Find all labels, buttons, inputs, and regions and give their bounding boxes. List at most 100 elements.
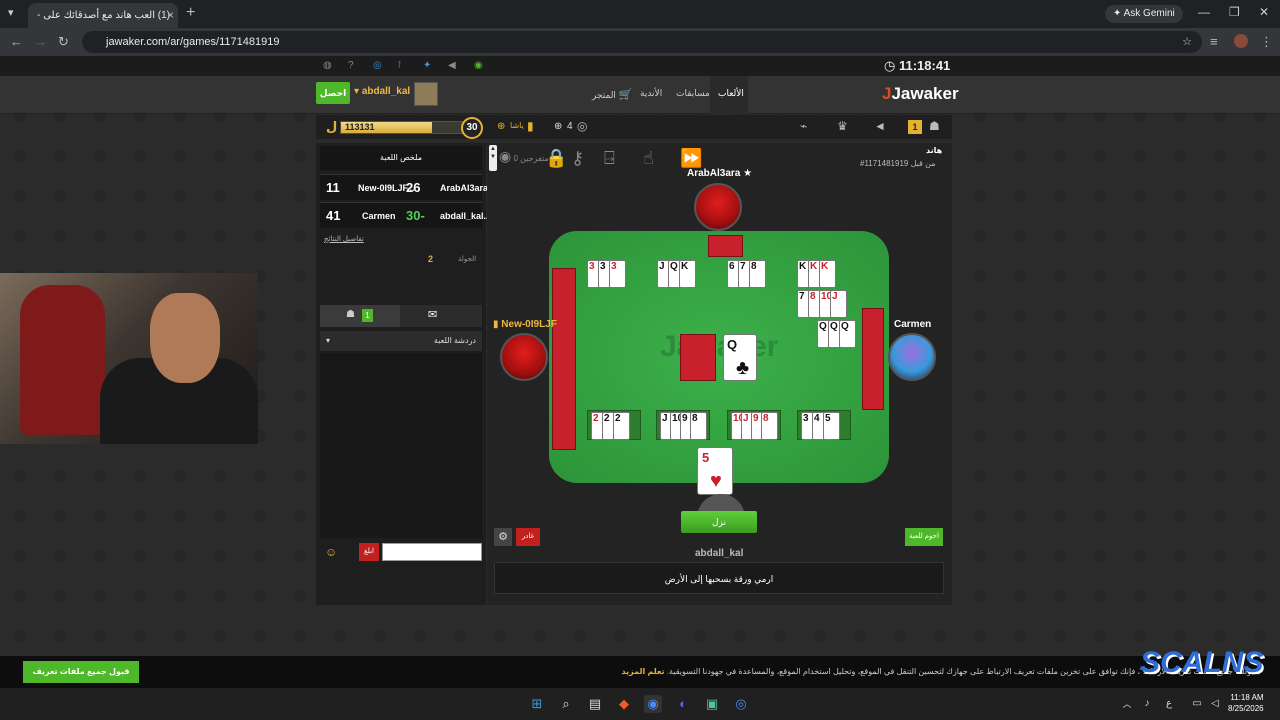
spectators[interactable]: ◉ 0 متفرجين <box>499 148 549 165</box>
bookmark-star-icon[interactable]: ☆ <box>1182 31 1192 53</box>
results-details-link[interactable]: تفاصيل النتائج <box>324 235 364 243</box>
network-icon[interactable]: ▭ <box>1188 695 1206 713</box>
gamepad-icon[interactable]: ◉ <box>474 60 483 71</box>
scroll-arrows[interactable]: ▲ ▼ <box>489 145 497 171</box>
player-avatar-top[interactable] <box>694 183 742 231</box>
close-window-icon[interactable]: ✕ <box>1259 5 1269 19</box>
sound-icon[interactable]: ◀ <box>448 60 456 71</box>
megaphone-icon[interactable]: ◄ <box>874 119 886 133</box>
nav-clubs[interactable]: الأندية <box>640 88 662 99</box>
language-icon[interactable]: ◍ <box>323 60 332 71</box>
username-text: abdall_kal <box>361 86 411 97</box>
minimize-icon[interactable]: — <box>1198 5 1210 19</box>
fast-forward-icon[interactable]: ⏩ <box>680 148 702 169</box>
get-button[interactable]: احصل <box>316 82 350 104</box>
media-icon[interactable]: ≡ <box>1210 34 1218 49</box>
app-icon[interactable]: ◎ <box>732 695 750 713</box>
score-value: 41 <box>326 208 341 223</box>
nav-store[interactable]: المتجر 🛒 <box>592 88 632 101</box>
game-summary-title: ملخص اللعبة <box>320 146 482 170</box>
chrome-icon[interactable]: ◉ <box>644 695 662 713</box>
tab-list-icon[interactable]: ▾ <box>8 6 14 19</box>
instagram-icon[interactable]: ◎ <box>373 60 382 71</box>
friends-icon[interactable]: ☗ <box>929 119 940 133</box>
exit-icon[interactable]: ⍈ <box>604 148 615 169</box>
rss-icon[interactable]: ⌁ <box>800 119 807 133</box>
search-icon[interactable]: ⌕ <box>557 695 575 713</box>
meld-group[interactable]: 3 4 5 <box>797 410 851 440</box>
reload-icon[interactable]: ↻ <box>58 34 69 50</box>
close-tab-icon[interactable]: × <box>167 3 174 28</box>
learn-more-link[interactable]: تعلم المزيد <box>622 667 665 676</box>
emoji-icon[interactable]: ☺ <box>325 545 337 559</box>
player-name-right: Carmen <box>894 319 932 330</box>
username-menu[interactable]: ▾ abdall_kal <box>354 86 410 97</box>
gear-icon[interactable]: ⚙ <box>494 528 512 546</box>
browser-tab-bar: ▾ (1) العب هاند مع أصدقائك على - × + ✦ A… <box>0 0 1280 28</box>
score-row: 11 New-0I9LJF... 26 ArabAl3ara... <box>320 174 496 200</box>
club-suit-icon: ♣ <box>736 357 750 379</box>
nav-games[interactable]: الألعاب <box>718 88 744 99</box>
language-indicator[interactable]: ع <box>1160 695 1178 713</box>
discard-pile-card[interactable]: Q ♣ <box>723 334 757 381</box>
browser-tab[interactable]: (1) العب هاند مع أصدقائك على - × <box>28 3 178 28</box>
chip-icon[interactable]: ◎ <box>577 119 587 133</box>
tab-online-players[interactable]: ☗ 1 <box>320 305 400 327</box>
cookie-text: بقبولك "جميع ملفات تعريف الارتباط"، فإنك… <box>150 667 1260 676</box>
chevron-up-icon[interactable]: ︿ <box>1118 695 1136 713</box>
profile-avatar[interactable] <box>1234 34 1248 48</box>
twitter-icon[interactable]: ✦ <box>423 60 431 71</box>
start-icon[interactable]: ⊞ <box>528 695 546 713</box>
draw-pile[interactable] <box>680 334 716 381</box>
report-button[interactable]: ابلغ <box>359 543 379 561</box>
leave-button[interactable]: غادر <box>516 528 540 546</box>
nav-competitions[interactable]: مسابقات <box>676 88 710 99</box>
discord-icon[interactable]: ◐ <box>674 695 692 713</box>
facebook-icon[interactable]: f <box>398 60 401 71</box>
player-avatar-left[interactable] <box>500 333 548 381</box>
volume-icon[interactable]: ◁ <box>1206 695 1224 713</box>
help-icon[interactable]: ? <box>348 60 354 71</box>
url-text: jawaker.com/ar/games/1171481919 <box>106 36 280 48</box>
new-tab-button[interactable]: + <box>186 4 195 22</box>
app-icon[interactable]: ▣ <box>703 695 721 713</box>
taskbar-date: 8/25/2026 <box>1228 704 1264 713</box>
microphone-icon[interactable]: ♪ <box>1138 695 1156 713</box>
card: K <box>679 260 696 288</box>
player-name-bottom: abdall_kal <box>695 548 744 559</box>
tab-chat-icon[interactable]: ✉ <box>428 308 437 321</box>
game-rules-button[interactable]: احوم للعبة <box>905 528 943 546</box>
chat-channel-select[interactable]: ▾ دردشة اللعبة <box>320 331 482 351</box>
online-count: 1 <box>362 309 373 322</box>
jawaker-logo[interactable]: JJawaker <box>882 84 959 104</box>
meld-group[interactable]: J 10 9 8 <box>656 410 710 440</box>
key-icon[interactable]: ⚷ <box>571 148 584 169</box>
meld-group[interactable]: 10 J 9 8 <box>727 410 781 440</box>
url-field[interactable]: jawaker.com/ar/games/1171481919 ☆ <box>82 31 1202 53</box>
player-avatar-right[interactable] <box>888 333 936 381</box>
back-icon[interactable]: ← <box>10 34 23 49</box>
tab-title: (1) العب هاند مع أصدقائك على - <box>37 10 170 21</box>
webcam-overlay <box>0 273 258 444</box>
accept-cookies-button[interactable]: قبول جميع ملفات تعريف الارتباط <box>23 661 139 698</box>
taskbar-clock[interactable]: 11:18 AM 8/25/2026 <box>1228 692 1264 714</box>
user-avatar[interactable] <box>414 82 438 106</box>
throw-button[interactable]: نزل <box>681 511 757 533</box>
chat-input[interactable] <box>382 543 482 561</box>
ask-gemini-button[interactable]: ✦ Ask Gemini <box>1105 5 1183 23</box>
card: 5 <box>823 412 840 440</box>
trophy-icon[interactable]: ♛ <box>837 119 848 133</box>
add-icon[interactable]: ⊕ <box>554 121 562 132</box>
meld-group[interactable]: 2 2 2 <box>587 410 641 440</box>
hand-icon[interactable]: ☝ <box>643 148 654 169</box>
maximize-icon[interactable]: ❐ <box>1229 5 1240 19</box>
lock-icon[interactable]: 🔒 <box>545 148 567 169</box>
file-explorer-icon[interactable]: ▤ <box>586 695 604 713</box>
menu-icon[interactable]: ⋮ <box>1260 34 1273 50</box>
hand-card[interactable]: 5 ♥ <box>697 447 733 495</box>
notification-badge[interactable]: 1 <box>908 120 922 134</box>
brave-icon[interactable]: ◆ <box>615 695 633 713</box>
player-name-top: ArabAl3ara ★ <box>687 168 753 179</box>
forward-icon[interactable]: → <box>34 34 47 49</box>
add-coins-icon[interactable]: ⊕ <box>497 121 505 132</box>
